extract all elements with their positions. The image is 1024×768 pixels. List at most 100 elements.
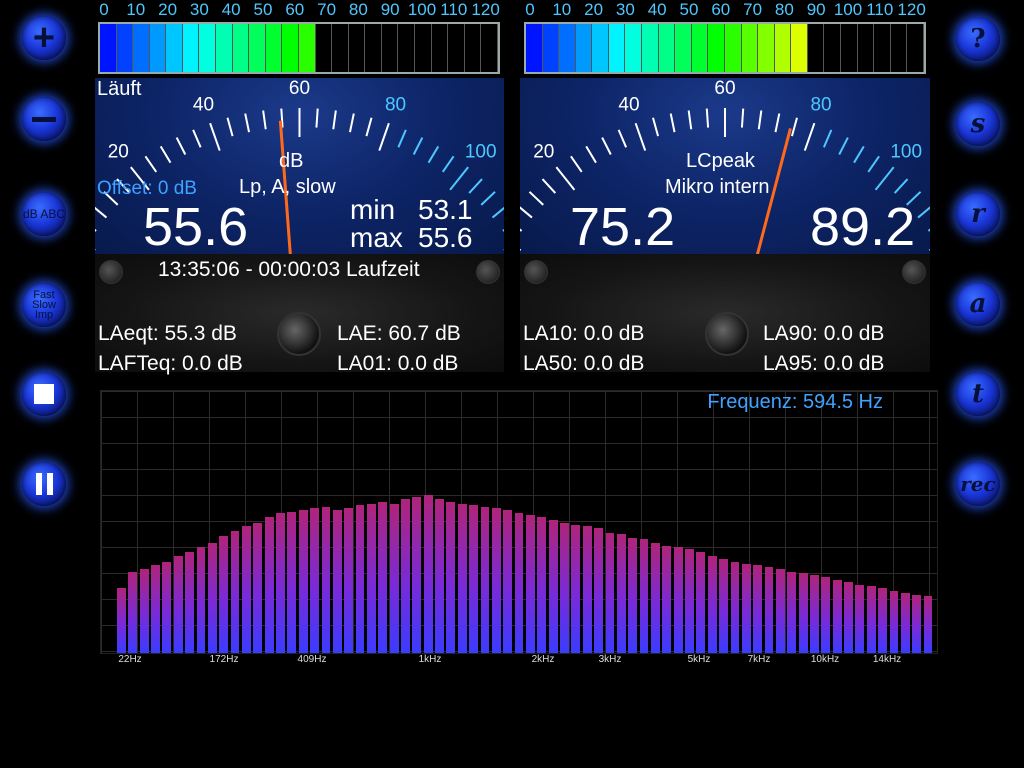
dial-tick xyxy=(427,145,440,164)
dial-label: 60 xyxy=(714,78,735,99)
dial-tick xyxy=(365,117,373,137)
a-button[interactable]: a xyxy=(956,282,1000,326)
dial-label: 100 xyxy=(465,142,497,163)
frequency-readout: Frequenz: 594.5 Hz xyxy=(707,391,883,413)
level-scale-label: 90 xyxy=(380,0,400,19)
level-segment xyxy=(658,24,676,72)
spectrum-bar xyxy=(253,523,263,653)
spectrum-bar xyxy=(378,501,388,653)
level-segment xyxy=(415,24,432,72)
dial-label: 80 xyxy=(385,94,406,115)
level-segment xyxy=(526,24,543,72)
level-scale-label: 110 xyxy=(866,0,894,19)
level-segment xyxy=(592,24,609,72)
minus-button[interactable] xyxy=(22,97,66,141)
spectrum-bar xyxy=(117,588,126,653)
help-icon: ? xyxy=(970,24,986,54)
knob-icon[interactable] xyxy=(705,312,749,356)
spectrum-bar xyxy=(832,579,842,653)
level-segment xyxy=(100,24,117,72)
level-segment xyxy=(608,24,626,72)
spectrum-bar xyxy=(662,545,672,653)
spectrum-bar xyxy=(230,531,240,653)
level-scale-label: 10 xyxy=(126,0,146,19)
level-value: 55.6 xyxy=(143,197,249,254)
dial-tick xyxy=(541,178,557,194)
level-scale-label: 0 xyxy=(99,0,109,19)
level-value: 75.2 xyxy=(570,197,676,254)
frequency-label: 14kHz xyxy=(872,654,902,665)
level-scale-label: 60 xyxy=(711,0,731,19)
spectrum-bar xyxy=(128,571,138,653)
peak-value: 89.2 xyxy=(810,197,916,254)
level-segment xyxy=(542,24,560,72)
rec-button[interactable]: rec xyxy=(956,462,1000,506)
frequency-label: 10kHz xyxy=(810,654,840,665)
level-scale-label: 20 xyxy=(158,0,178,19)
spectrum-bar xyxy=(571,524,581,653)
spectrum-bar xyxy=(332,510,342,653)
level-segment xyxy=(398,24,415,72)
r-button[interactable]: r xyxy=(956,192,1000,236)
level-segment xyxy=(332,24,349,72)
level-segment xyxy=(642,24,659,72)
level-segment xyxy=(791,24,808,72)
speed-button[interactable]: Fast Slow Imp xyxy=(22,283,66,327)
level-segment xyxy=(116,24,134,72)
level-segment xyxy=(758,24,775,72)
spectrum-bar xyxy=(503,510,513,653)
spectrum-bar xyxy=(298,510,308,653)
dial-tick xyxy=(555,166,576,191)
spectrum-bar xyxy=(685,549,694,653)
time-line: 13:35:06 - 00:00:03 Laufzeit xyxy=(158,258,420,281)
level-scale-label: 10 xyxy=(552,0,572,19)
level-segment xyxy=(232,24,250,72)
spectrum-bar xyxy=(514,513,524,653)
dial-tick xyxy=(617,129,628,148)
spectrum-bar xyxy=(491,508,501,653)
frequency-label: 172Hz xyxy=(209,654,239,665)
dial-tick xyxy=(652,117,660,137)
dial-tick xyxy=(480,191,496,206)
level-segment xyxy=(382,24,399,72)
dial-tick xyxy=(412,137,424,155)
spectrum-bar xyxy=(912,594,922,653)
spectrum-bar xyxy=(616,534,626,653)
level-scale-label: 20 xyxy=(584,0,604,19)
knob-icon[interactable] xyxy=(277,312,321,356)
spectrum-bar xyxy=(810,575,819,653)
pause-button[interactable] xyxy=(22,462,66,506)
help-button[interactable]: ? xyxy=(956,17,1000,61)
spectrum-analyzer[interactable]: Frequenz: 594.5 Hz xyxy=(100,390,938,654)
dial-tick xyxy=(520,248,522,252)
spectrum-bar xyxy=(628,537,638,653)
screw-icon xyxy=(524,260,548,284)
s-button[interactable]: s xyxy=(956,102,1000,146)
weighting-button[interactable]: dB ABC xyxy=(22,192,66,236)
r-button-label: r xyxy=(971,199,985,229)
la95-value: LA95: 0.0 dB xyxy=(763,352,885,375)
level-segment xyxy=(216,24,233,72)
t-button[interactable]: t xyxy=(956,372,1000,416)
plus-button[interactable]: + xyxy=(22,16,66,60)
level-scale-label: 80 xyxy=(348,0,368,19)
level-bar xyxy=(98,22,500,74)
minus-icon xyxy=(32,116,56,122)
dial-tick xyxy=(570,155,583,173)
level-segment xyxy=(891,24,908,72)
dial-tick xyxy=(687,110,693,130)
screw-icon xyxy=(99,260,123,284)
stop-button[interactable] xyxy=(22,372,66,416)
spectrum-bar xyxy=(480,506,490,653)
frequency-label: 409Hz xyxy=(297,654,327,665)
level-segment xyxy=(149,24,167,72)
dial-tick xyxy=(774,113,781,133)
spectrum-bar xyxy=(446,501,456,653)
spectrum-bar xyxy=(548,519,558,653)
spectrum-bar xyxy=(798,573,808,653)
screw-icon xyxy=(476,260,500,284)
level-segment xyxy=(481,24,498,72)
spectrum-bar xyxy=(355,505,365,653)
level-scale-label: 110 xyxy=(440,0,468,19)
level-segment xyxy=(249,24,266,72)
